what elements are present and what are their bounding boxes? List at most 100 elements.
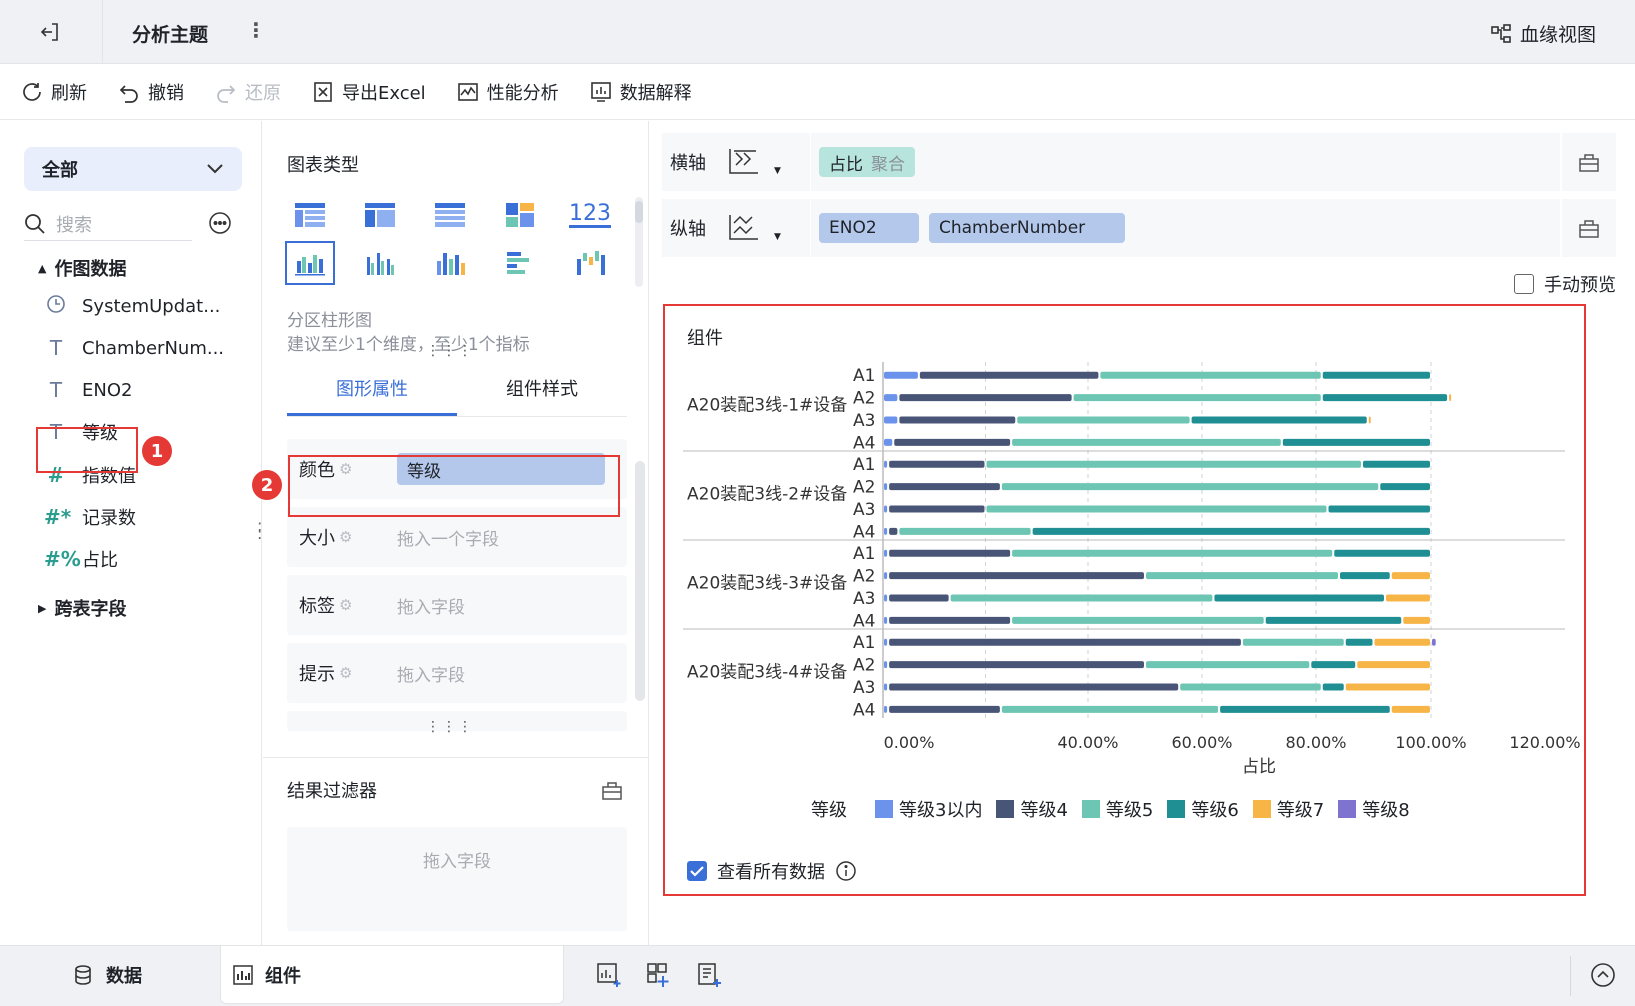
- refresh-label: 刷新: [51, 82, 87, 104]
- x-axis-type-button[interactable]: ▼: [720, 147, 810, 177]
- bar-segment: [1322, 394, 1448, 402]
- filter-drop-zone[interactable]: 拖入字段: [287, 827, 627, 931]
- export-excel-label: 导出Excel: [342, 82, 426, 104]
- table-chart-icon[interactable]: [285, 193, 335, 237]
- redo-button[interactable]: 还原: [214, 79, 281, 105]
- bar-segment: [1146, 572, 1338, 580]
- bar-segment: [884, 661, 888, 669]
- data-explain-icon: [590, 81, 611, 102]
- resize-handle-horizontal[interactable]: ⋮⋮⋮: [426, 343, 474, 359]
- number-card-icon[interactable]: 123: [565, 193, 615, 237]
- tab-widget[interactable]: 组件: [220, 946, 564, 1004]
- manual-preview-checkbox[interactable]: [1514, 274, 1534, 294]
- add-report-icon[interactable]: [696, 962, 722, 988]
- divider: [810, 133, 811, 191]
- redo-icon: [217, 84, 236, 103]
- x-tick-label: 60.00%: [1171, 733, 1232, 752]
- undo-button[interactable]: 撤销: [117, 79, 184, 105]
- tab-data[interactable]: 数据: [72, 946, 142, 1004]
- bar-chart-icon[interactable]: [495, 241, 545, 285]
- bar-segment: [950, 594, 1213, 602]
- bar-segment: [1012, 549, 1333, 557]
- axis-swap-icon: [729, 215, 758, 240]
- add-widget-icon[interactable]: [596, 962, 622, 988]
- bar-segment: [1357, 661, 1430, 669]
- category-label: A1: [853, 633, 875, 653]
- panel-resize-handle[interactable]: ::: [257, 518, 262, 542]
- grouped-column-chart-icon[interactable]: [285, 241, 335, 285]
- lineage-view-button[interactable]: 血缘视图: [1490, 20, 1596, 47]
- filter-settings-icon[interactable]: [601, 779, 623, 801]
- gear-icon[interactable]: ⚙: [339, 664, 352, 682]
- bar-segment: [1214, 594, 1384, 602]
- redo-label: 还原: [245, 82, 281, 104]
- x-axis-settings-button[interactable]: [1560, 133, 1616, 191]
- gear-icon[interactable]: ⚙: [339, 596, 352, 614]
- tab-graphic-properties[interactable]: 图形属性: [287, 367, 457, 416]
- field-item-eno2[interactable]: T ENO2: [44, 372, 224, 408]
- cross-table-icon[interactable]: [355, 193, 405, 237]
- legend-swatch: [1167, 800, 1186, 818]
- group-label: 跨表字段: [54, 599, 127, 620]
- top-bar: 分析主题 ⋮ 血缘视图: [0, 0, 1635, 64]
- legend-item[interactable]: 等级8: [1338, 796, 1410, 822]
- y-axis-type-button[interactable]: ▼: [720, 213, 810, 243]
- y-axis-settings-button[interactable]: [1560, 199, 1616, 257]
- view-all-checkbox[interactable]: [687, 861, 707, 881]
- more-menu-button[interactable]: ⋮: [246, 18, 266, 42]
- performance-button[interactable]: 性能分析: [456, 79, 559, 105]
- gear-icon[interactable]: ⚙: [339, 528, 352, 546]
- y-axis-field-pill-chamber[interactable]: ChamberNumber: [929, 213, 1125, 243]
- bar-segment: [889, 705, 1000, 713]
- field-item-ratio[interactable]: #% 占比: [44, 541, 224, 577]
- prop-row-label[interactable]: 标签 ⚙ 拖入字段: [287, 575, 627, 635]
- pill-aggregate: 聚合: [871, 154, 905, 175]
- x-tick-label: 80.00%: [1285, 733, 1346, 752]
- data-explain-button[interactable]: 数据解释: [589, 79, 692, 105]
- bar-segment: [1345, 638, 1373, 646]
- bar-segment: [1146, 661, 1310, 669]
- legend-item[interactable]: 等级3以内: [875, 796, 982, 822]
- info-icon[interactable]: [835, 860, 857, 882]
- column-chart-icon[interactable]: [425, 241, 475, 285]
- bar-segment: [1322, 371, 1430, 379]
- category-label: A2: [853, 567, 875, 587]
- add-dashboard-icon[interactable]: [646, 962, 672, 988]
- toolbar: 刷新 撤销 还原 导出Excel 性能分析 数据解释: [0, 64, 1635, 120]
- properties-scrollbar[interactable]: [635, 451, 645, 751]
- legend-item[interactable]: 等级4: [996, 796, 1068, 822]
- field-item-record-count[interactable]: #* 记录数: [44, 499, 224, 535]
- field-item-chambernumber[interactable]: T ChamberNum...: [44, 330, 224, 366]
- multi-column-chart-icon[interactable]: [355, 241, 405, 285]
- kpi-card-icon[interactable]: [495, 193, 545, 237]
- prop-row-tooltip[interactable]: 提示 ⚙ 拖入字段: [287, 643, 627, 703]
- x-axis-field-pill[interactable]: 占比 聚合: [819, 147, 915, 177]
- exit-icon[interactable]: [38, 20, 62, 44]
- legend-item[interactable]: 等级7: [1252, 796, 1324, 822]
- tree-group-chart-data[interactable]: ▲ 作图数据: [38, 255, 126, 281]
- waterfall-chart-icon[interactable]: [565, 241, 615, 285]
- legend-item[interactable]: 等级5: [1081, 796, 1153, 822]
- view-all-data-toggle[interactable]: 查看所有数据: [687, 858, 857, 884]
- bar-segment: [919, 371, 1099, 379]
- resize-handle-horizontal[interactable]: ⋮⋮⋮: [426, 719, 474, 735]
- collapse-up-icon[interactable]: [1590, 962, 1616, 988]
- more-options-icon[interactable]: [208, 211, 232, 235]
- legend-item[interactable]: 等级6: [1167, 796, 1239, 822]
- tab-widget-style[interactable]: 组件样式: [457, 367, 627, 416]
- field-item-systemupdate[interactable]: SystemUpdat...: [44, 288, 224, 324]
- chart-type-hint: 建议至少1个维度，至少1个指标: [287, 335, 530, 355]
- bar-segment: [889, 638, 1241, 646]
- database-icon: [75, 965, 91, 985]
- scope-select[interactable]: 全部: [24, 147, 242, 191]
- refresh-button[interactable]: 刷新: [20, 79, 87, 105]
- chart-type-scrollbar[interactable]: [635, 197, 643, 287]
- y-axis-row: 纵轴 ▼ ENO2 ChamberNumber: [662, 199, 1616, 257]
- detail-table-icon[interactable]: [425, 193, 475, 237]
- manual-preview-toggle[interactable]: 手动预览: [1514, 271, 1616, 297]
- y-axis-field-pill-eno2[interactable]: ENO2: [819, 213, 919, 243]
- export-excel-button[interactable]: 导出Excel: [311, 79, 426, 105]
- bar-segment: [884, 438, 893, 446]
- search-input[interactable]: 搜索: [24, 207, 192, 241]
- tree-group-cross-table[interactable]: ▶ 跨表字段: [38, 595, 126, 621]
